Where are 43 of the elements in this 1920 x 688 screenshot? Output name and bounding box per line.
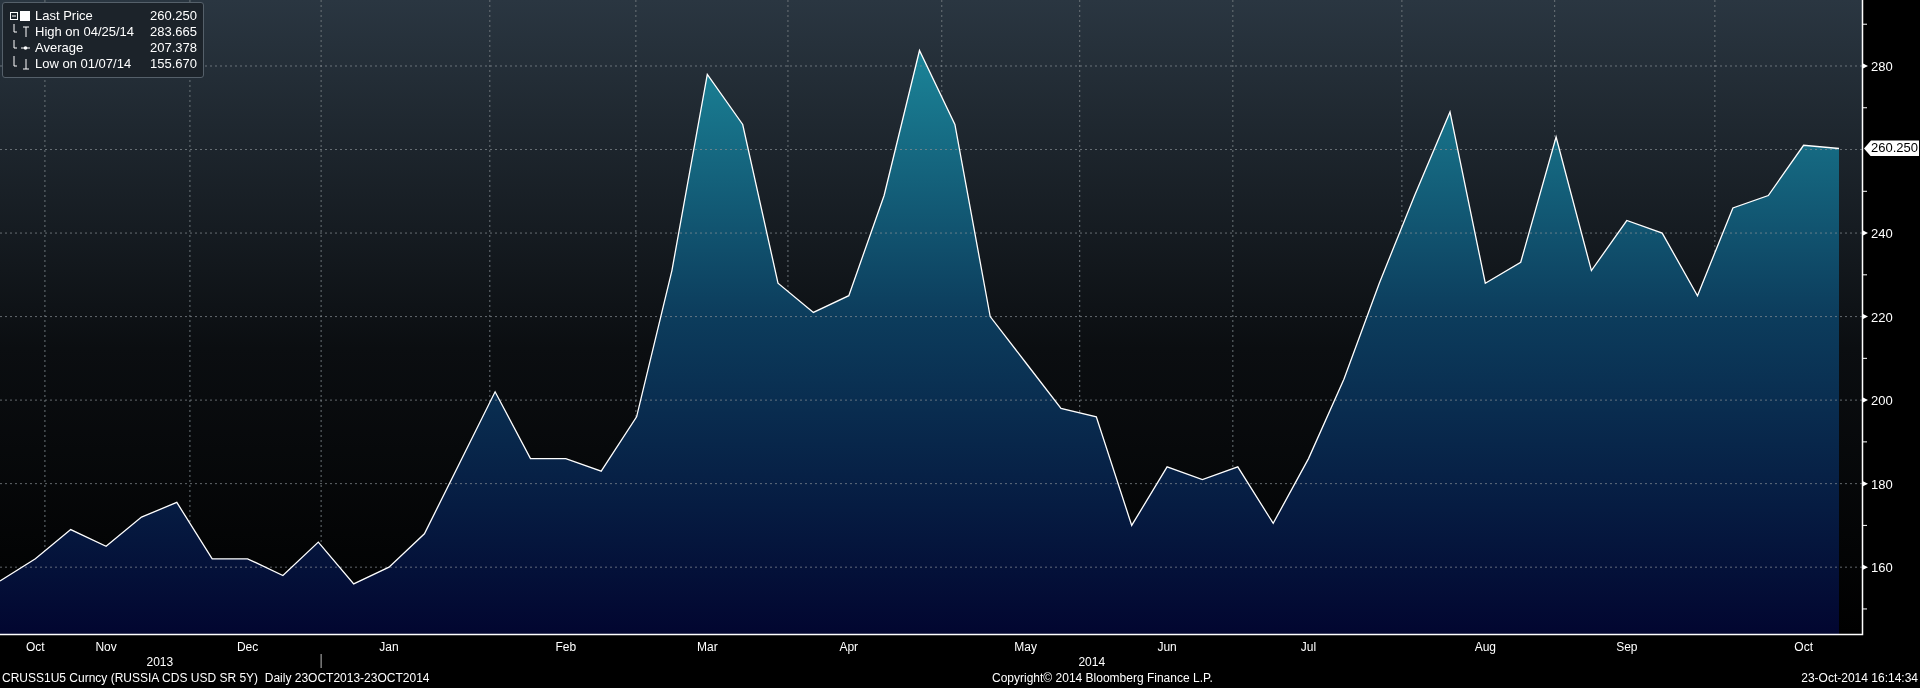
security-description: CRUSS1U5 Curncy (RUSSIA CDS USD SR 5Y) Daily 23OCT2013-23OCT2014 <box>1 671 431 685</box>
axis-label: 280 <box>1871 59 1893 74</box>
last-price-tag: 260.250 <box>1864 140 1919 157</box>
month-label: Dec <box>236 640 259 654</box>
month-label: Jul <box>1300 640 1317 654</box>
minor-tick <box>1861 608 1868 610</box>
month-label: Jun <box>1157 640 1177 654</box>
year-label: 2014 <box>1078 655 1106 668</box>
legend-value: 207.378 <box>150 40 197 56</box>
legend-value: 260.250 <box>150 8 197 24</box>
axis-label: 220 <box>1871 309 1893 325</box>
month-label: Mar <box>696 640 718 654</box>
minor-tick <box>1861 190 1868 192</box>
legend-label: Average <box>35 40 85 56</box>
axis-label: 240 <box>1871 226 1893 242</box>
minor-tick <box>1861 274 1868 276</box>
legend-label: High on 04/25/14 <box>35 24 136 40</box>
month-label: Nov <box>95 640 117 654</box>
minor-tick <box>1861 357 1868 359</box>
month-label: Jan <box>379 640 399 654</box>
month-label: Sep <box>1616 640 1638 654</box>
legend-value: 283.665 <box>150 24 197 40</box>
copyright-text: Copyright© 2014 Bloomberg Finance L.P. <box>992 671 1214 685</box>
axis-label: 200 <box>1871 393 1893 409</box>
axis-label: 160 <box>1871 560 1893 576</box>
month-label: Oct <box>1794 640 1813 654</box>
minor-tick <box>1861 23 1868 25</box>
month-label: Oct <box>26 640 45 654</box>
minor-tick <box>1861 524 1868 526</box>
minor-tick <box>1861 107 1868 109</box>
minor-tick <box>1861 441 1868 443</box>
month-label: Aug <box>1474 640 1497 654</box>
year-label: 2013 <box>146 655 174 668</box>
month-label: May <box>1014 640 1037 654</box>
month-label: Apr <box>839 640 859 654</box>
timestamp: 23-Oct-2014 16:14:34 <box>1801 671 1919 685</box>
legend-value: 155.670 <box>150 56 197 72</box>
axis-label: 180 <box>1871 476 1893 492</box>
legend-label: Low on 01/07/14 <box>35 56 133 72</box>
series-marker-icon <box>9 8 31 24</box>
tick-marker-icon <box>1862 63 1868 69</box>
legend-label: Last Price <box>35 8 94 24</box>
month-label: Feb <box>555 640 577 654</box>
